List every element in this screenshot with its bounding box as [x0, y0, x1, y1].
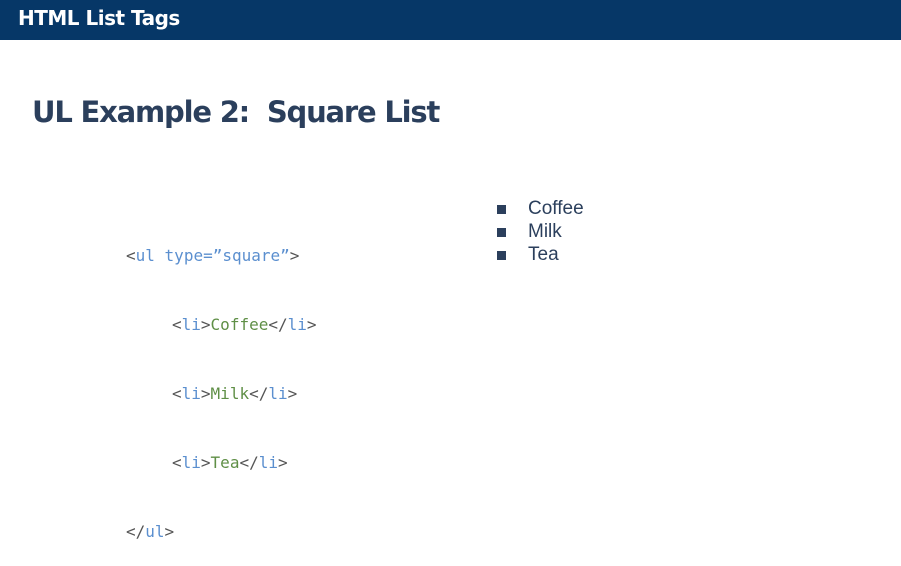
code-line-li: <li>Milk</li> — [126, 382, 317, 405]
slide-title: UL Example 2: Square List — [32, 95, 440, 129]
list-item-label: Tea — [528, 244, 559, 265]
square-bullet-icon — [497, 228, 506, 237]
square-bullet-icon — [497, 205, 506, 214]
code-punct: < — [172, 315, 182, 334]
rendered-square-list: Coffee Milk Tea — [496, 197, 584, 266]
code-punct: > — [164, 522, 175, 541]
code-punct: > — [200, 315, 211, 334]
code-line-open-ul: <ul type=”square”> — [126, 244, 317, 267]
code-punct: < — [126, 246, 136, 265]
code-tag: li — [181, 453, 201, 472]
code-text: Milk — [210, 384, 250, 403]
code-punct: > — [306, 315, 317, 334]
header-bar: HTML List Tags — [0, 0, 901, 40]
code-punct: </ — [126, 522, 146, 541]
code-punct: < — [172, 453, 182, 472]
square-bullet-icon — [497, 251, 506, 260]
list-item-label: Coffee — [528, 198, 584, 219]
code-punct: </ — [249, 384, 269, 403]
code-attr-value: ”square” — [212, 246, 290, 265]
list-item: Coffee — [496, 197, 584, 220]
code-tag: ul — [145, 522, 165, 541]
code-punct: > — [200, 384, 211, 403]
code-line-li: <li>Tea</li> — [126, 451, 317, 474]
list-item-label: Milk — [528, 221, 562, 242]
code-punct: < — [172, 384, 182, 403]
code-punct: > — [277, 453, 288, 472]
code-tag: li — [181, 315, 201, 334]
list-item: Tea — [496, 243, 584, 266]
code-punct: > — [289, 246, 300, 265]
code-text: Tea — [210, 453, 240, 472]
code-text: Coffee — [210, 315, 269, 334]
code-punct: </ — [268, 315, 288, 334]
code-tag: li — [287, 315, 307, 334]
code-tag: ul — [135, 246, 155, 265]
code-tag: li — [181, 384, 201, 403]
code-attr: type= — [164, 246, 213, 265]
code-line-close-ul: </ul> — [126, 520, 317, 543]
code-tag: li — [258, 453, 278, 472]
code-punct: </ — [239, 453, 259, 472]
code-example: <ul type=”square”> <li>Coffee</li> <li>M… — [126, 198, 317, 566]
code-punct: > — [287, 384, 298, 403]
list-item: Milk — [496, 220, 584, 243]
code-line-li: <li>Coffee</li> — [126, 313, 317, 336]
code-punct: > — [200, 453, 211, 472]
header-title: HTML List Tags — [18, 6, 180, 30]
code-tag: li — [268, 384, 288, 403]
